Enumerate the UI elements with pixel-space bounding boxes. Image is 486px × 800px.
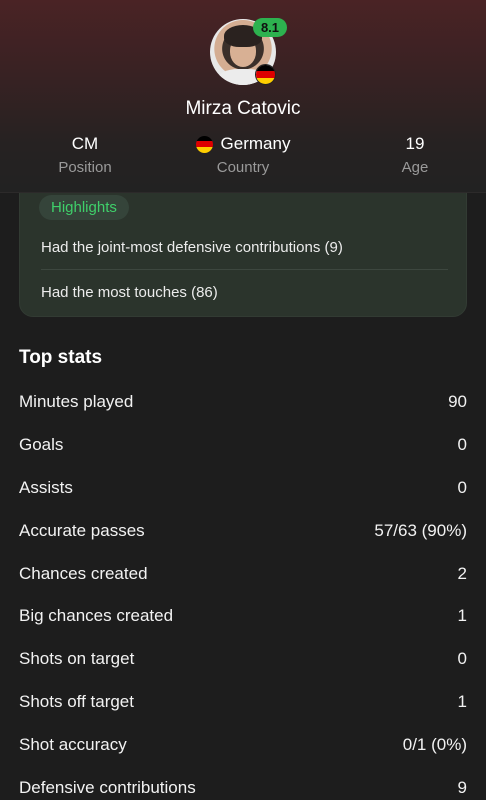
germany-flag-icon — [195, 135, 213, 153]
age-info: 19 Age — [370, 134, 460, 176]
stat-value: 0 — [457, 649, 467, 668]
stat-label: Shots off target — [19, 692, 134, 711]
divider — [41, 269, 448, 270]
stat-label: Accurate passes — [19, 521, 145, 540]
player-name: Mirza Catovic — [185, 98, 301, 119]
stat-row-shots-off-target: Shots off target 1 — [19, 690, 467, 714]
stat-row-defensive-contributions: Defensive contributions 9 — [19, 776, 467, 800]
highlight-item: Had the joint-most defensive contributio… — [41, 239, 343, 256]
highlight-item: Had the most touches (86) — [41, 284, 218, 301]
country-info[interactable]: Germany Country — [180, 134, 306, 176]
stat-value: 57/63 (90%) — [374, 521, 467, 540]
player-header: 8.1 Mirza Catovic CM Position Germany Co… — [0, 0, 486, 193]
stat-label: Minutes played — [19, 392, 134, 411]
country-value-row: Germany — [180, 134, 306, 154]
stat-value: 1 — [457, 606, 467, 625]
stat-row-accurate-passes: Accurate passes 57/63 (90%) — [19, 519, 467, 543]
position-value: CM — [71, 134, 99, 153]
germany-flag-icon — [255, 64, 276, 85]
stat-label: Big chances created — [19, 606, 174, 625]
position-info: CM Position — [40, 134, 130, 176]
stat-value: 2 — [457, 564, 467, 583]
stat-row-assists: Assists 0 — [19, 476, 467, 500]
stat-value: 1 — [457, 692, 467, 711]
stat-value: 90 — [448, 392, 467, 411]
country-label: Country — [216, 159, 270, 176]
stat-row-shots-on-target: Shots on target 0 — [19, 647, 467, 671]
stat-row-big-chances-created: Big chances created 1 — [19, 604, 467, 628]
stat-value: 0/1 (0%) — [402, 735, 467, 754]
stat-label: Defensive contributions — [19, 778, 196, 797]
stat-value: 0 — [457, 435, 467, 454]
stat-value: 0 — [457, 478, 467, 497]
stat-value: 9 — [457, 778, 467, 797]
country-value: Germany — [220, 134, 291, 153]
top-stats-title: Top stats — [19, 347, 103, 368]
stat-row-shot-accuracy: Shot accuracy 0/1 (0%) — [19, 733, 467, 757]
stat-row-minutes-played: Minutes played 90 — [19, 390, 467, 414]
stat-label: Goals — [19, 435, 64, 454]
age-value: 19 — [405, 134, 425, 153]
position-label: Position — [58, 159, 112, 176]
stat-label: Assists — [19, 478, 73, 497]
stat-row-goals: Goals 0 — [19, 433, 467, 457]
player-stats-page: 8.1 Mirza Catovic CM Position Germany Co… — [0, 0, 486, 800]
stat-label: Shot accuracy — [19, 735, 127, 754]
stat-row-chances-created: Chances created 2 — [19, 562, 467, 586]
stat-label: Chances created — [19, 564, 148, 583]
highlights-pill: Highlights — [39, 195, 129, 220]
age-label: Age — [401, 159, 429, 176]
rating-badge: 8.1 — [253, 18, 287, 37]
stat-label: Shots on target — [19, 649, 135, 668]
